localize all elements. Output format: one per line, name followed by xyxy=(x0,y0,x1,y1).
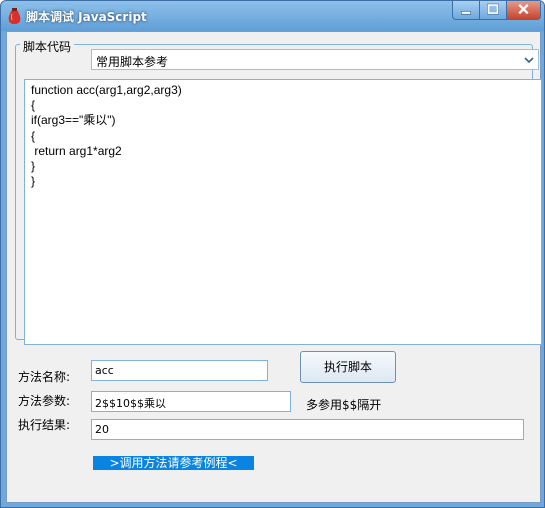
code-line: return arg1*arg2 xyxy=(31,143,122,158)
script-code-group: 脚本代码 常用脚本参考 function acc(arg1,arg2,arg3)… xyxy=(15,38,542,345)
main-window: 脚本调试 JavaScript 脚本代码 常用脚本参考 function acc… xyxy=(0,0,545,508)
window-title: 脚本调试 JavaScript xyxy=(26,10,147,24)
method-params-input[interactable]: 2$$10$$乘以 xyxy=(91,391,291,412)
help-example-link[interactable]: >调用方法请参考例程< xyxy=(93,456,254,470)
code-line: { xyxy=(31,128,36,143)
result-output[interactable]: 20 xyxy=(91,419,524,440)
maximize-button[interactable] xyxy=(479,1,507,20)
code-line: if(arg3=="乘以") xyxy=(31,113,116,128)
minimize-button[interactable] xyxy=(452,1,480,20)
title-bar[interactable]: 脚本调试 JavaScript xyxy=(1,1,544,31)
script-code-editor[interactable]: function acc(arg1,arg2,arg3) { if(arg3==… xyxy=(24,79,542,345)
params-hint-text: 多参用$$隔开 xyxy=(306,398,382,412)
method-name-input[interactable]: acc xyxy=(91,360,268,381)
method-params-label: 方法参数: xyxy=(18,394,71,408)
code-line: { xyxy=(31,98,36,113)
code-line: } xyxy=(31,159,36,174)
result-label: 执行结果: xyxy=(18,418,71,432)
client-area: 脚本代码 常用脚本参考 function acc(arg1,arg2,arg3)… xyxy=(6,31,542,503)
chevron-down-icon xyxy=(524,57,534,64)
common-scripts-dropdown[interactable]: 常用脚本参考 xyxy=(91,49,539,70)
dropdown-selected-value: 常用脚本参考 xyxy=(96,55,169,69)
red-bottle-icon xyxy=(8,8,21,24)
maximize-icon xyxy=(487,3,499,15)
script-code-legend: 脚本代码 xyxy=(20,38,75,55)
close-icon xyxy=(518,4,529,15)
close-button[interactable] xyxy=(506,1,541,20)
method-name-label: 方法名称: xyxy=(18,370,71,384)
code-line: } xyxy=(31,174,36,189)
run-script-button[interactable]: 执行脚本 xyxy=(300,351,396,383)
code-line: function acc(arg1,arg2,arg3) xyxy=(31,83,182,97)
minimize-icon xyxy=(461,11,471,15)
